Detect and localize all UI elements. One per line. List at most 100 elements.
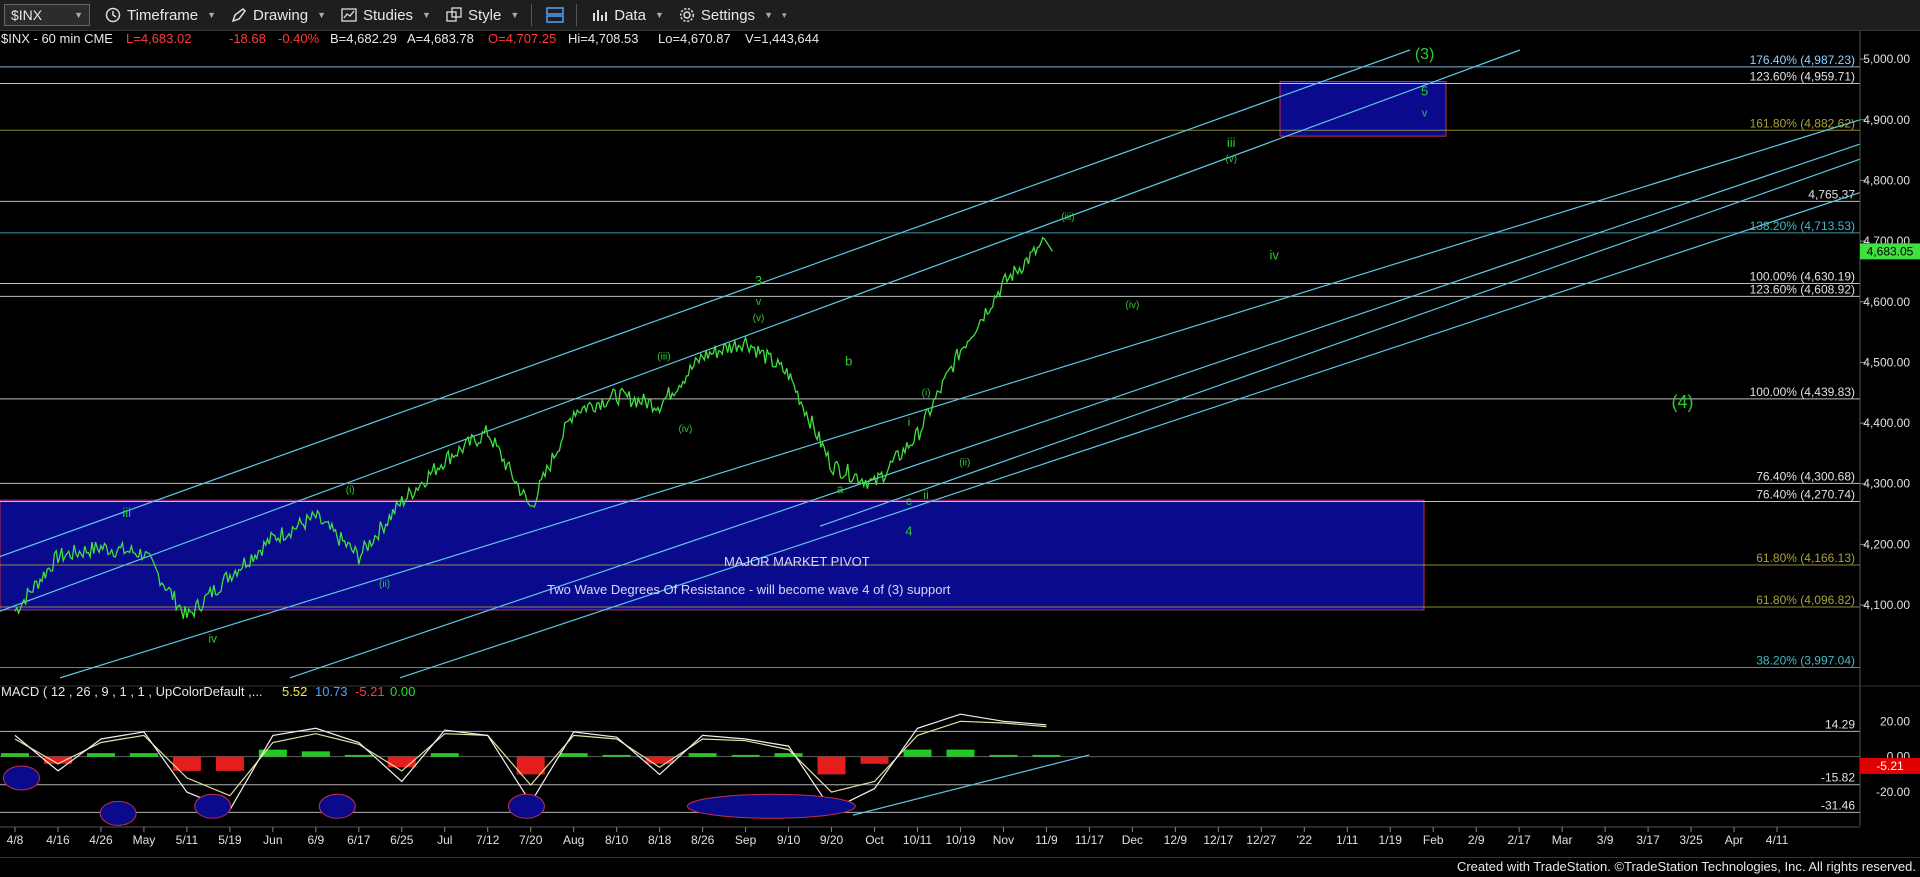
data-menu[interactable]: Data ▼ [591,7,664,24]
macd-histogram-bar [86,753,115,757]
fib-level-label: 61.80% (4,096.82) [1756,593,1855,607]
timeframe-menu[interactable]: Timeframe ▼ [104,7,216,24]
macd-histogram-bar [1032,754,1061,757]
drawing-menu[interactable]: Drawing ▼ [230,7,326,24]
macd-histogram-bar [860,756,889,764]
macd-histogram-bar [344,754,373,757]
last-price: L=4,683.02 [126,31,191,46]
date-tick-label: 9/20 [820,833,844,847]
wave-label: i [908,415,911,429]
layout-button[interactable] [546,7,564,23]
price-change-pct: -0.40% [278,31,320,46]
wave-label: (v) [1225,154,1237,165]
macd-histogram-bar [602,754,631,757]
macd-value-3: -5.21 [355,684,385,699]
style-menu[interactable]: Style ▼ [445,7,519,24]
layout-icon [546,7,564,23]
wave-label: (iii) [657,351,670,362]
price-tick-label: 4,300.00 [1863,477,1910,491]
date-tick-label: 8/26 [691,833,715,847]
wave-label: 4 [905,523,912,538]
wave-label: iv [208,632,217,646]
wave-label: v [756,296,762,308]
style-label: Style [467,6,502,24]
date-tick-label: 2/17 [1507,833,1531,847]
studies-menu[interactable]: Studies ▼ [340,7,431,24]
price-chart[interactable]: 176.40% (4,987.23) 123.60% (4,959.71) 161.… [0,31,1920,857]
date-tick-label: 8/18 [648,833,672,847]
toolbar-separator [576,4,578,26]
macd-value-1: 5.52 [282,684,307,699]
chevron-down-icon: ▼ [207,10,217,20]
date-tick-label: 4/16 [46,833,70,847]
date-tick-label: Apr [1725,833,1744,847]
settings-label: Settings [700,6,756,24]
price-tick-label: 4,400.00 [1863,416,1910,430]
symbol-text: $INX [11,7,43,23]
fib-level-label: 138.20% (4,713.53) [1750,219,1855,233]
date-tick-label: 6/17 [347,833,371,847]
macd-level-label: 14.29 [1825,717,1855,731]
macd-low-marker [99,800,137,826]
price-tick-label: 4,200.00 [1863,537,1910,551]
date-tick-label: 5/19 [218,833,242,847]
date-tick-label: 5/11 [176,833,199,847]
last-price-tag-text: 4,683.05 [1867,244,1914,258]
macd-label: MACD ( 12 , 26 , 9 , 1 , 1 , UpColorDefa… [1,684,263,699]
date-tick-label: 7/20 [519,833,543,847]
macd-current-tag-text: -5.21 [1876,759,1904,773]
pivot-subtitle: Two Wave Degrees Of Resistance - will be… [547,582,951,597]
chevron-down-icon: ▼ [510,10,520,20]
macd-histogram-bar [731,754,760,757]
date-tick-label: 10/11 [903,833,932,847]
wave-label: (iii) [1061,212,1074,223]
price-tick-label: 4,500.00 [1863,355,1910,369]
price-tick-label: 4,900.00 [1863,113,1910,127]
wave-label: (iv) [678,424,692,435]
low-price: Lo=4,670.87 [658,31,731,46]
macd-low-marker [507,793,545,819]
macd-level-label: -31.46 [1821,798,1855,812]
macd-histogram-bar [903,749,932,757]
symbol-info: $INX - 60 min CME [1,31,113,46]
wave-label: 5 [1421,83,1428,98]
macd-histogram-bar [430,753,459,757]
date-tick-label: 8/10 [605,833,629,847]
macd-histogram-bar [1,753,29,757]
wave-label: ii [923,488,928,502]
settings-menu[interactable]: Settings ▼ ▾ [678,7,787,24]
macd-histogram-bar [774,753,803,757]
date-tick-label: 4/8 [7,833,24,847]
timeframe-label: Timeframe [127,6,199,24]
toolbar-separator [531,4,533,26]
macd-value-2: 10.73 [315,684,348,699]
symbol-selector[interactable]: $INX ▼ [4,4,90,26]
wave-label: v [1422,108,1428,120]
wave-label: a [837,482,844,496]
date-tick-label: 4/11 [1766,833,1789,847]
date-tick-label: 4/26 [89,833,113,847]
date-tick-label: 11/17 [1075,833,1104,847]
wave-label: (3) [1415,46,1435,63]
open-price: O=4,707.25 [488,31,556,46]
chevron-down-icon: ▼ [422,10,431,20]
wave-label: (i) [346,485,355,496]
wave-label: (i) [922,388,931,399]
macd-histogram-bar [516,756,545,775]
macd-histogram-bar [129,753,158,757]
macd-value-4: 0.00 [390,684,415,699]
macd-histogram-bar [215,756,244,771]
date-tick-label: 6/25 [390,833,414,847]
fib-level-label: 161.80% (4,882.62) [1750,116,1855,130]
fib-level-label: 61.80% (4,166.13) [1756,551,1855,565]
wave-label: c [906,494,912,508]
date-tick-label: 2/9 [1468,833,1485,847]
axis-background [1860,31,1920,857]
fib-level-label: 76.40% (4,300.68) [1756,469,1855,483]
style-icon [446,7,462,22]
date-tick-label: 7/12 [476,833,500,847]
pencil-icon [231,8,247,23]
fib-level-label: 123.60% (4,608.92) [1750,282,1855,296]
macd-histogram-bar [817,756,846,775]
price-tick-label: 4,600.00 [1863,295,1910,309]
